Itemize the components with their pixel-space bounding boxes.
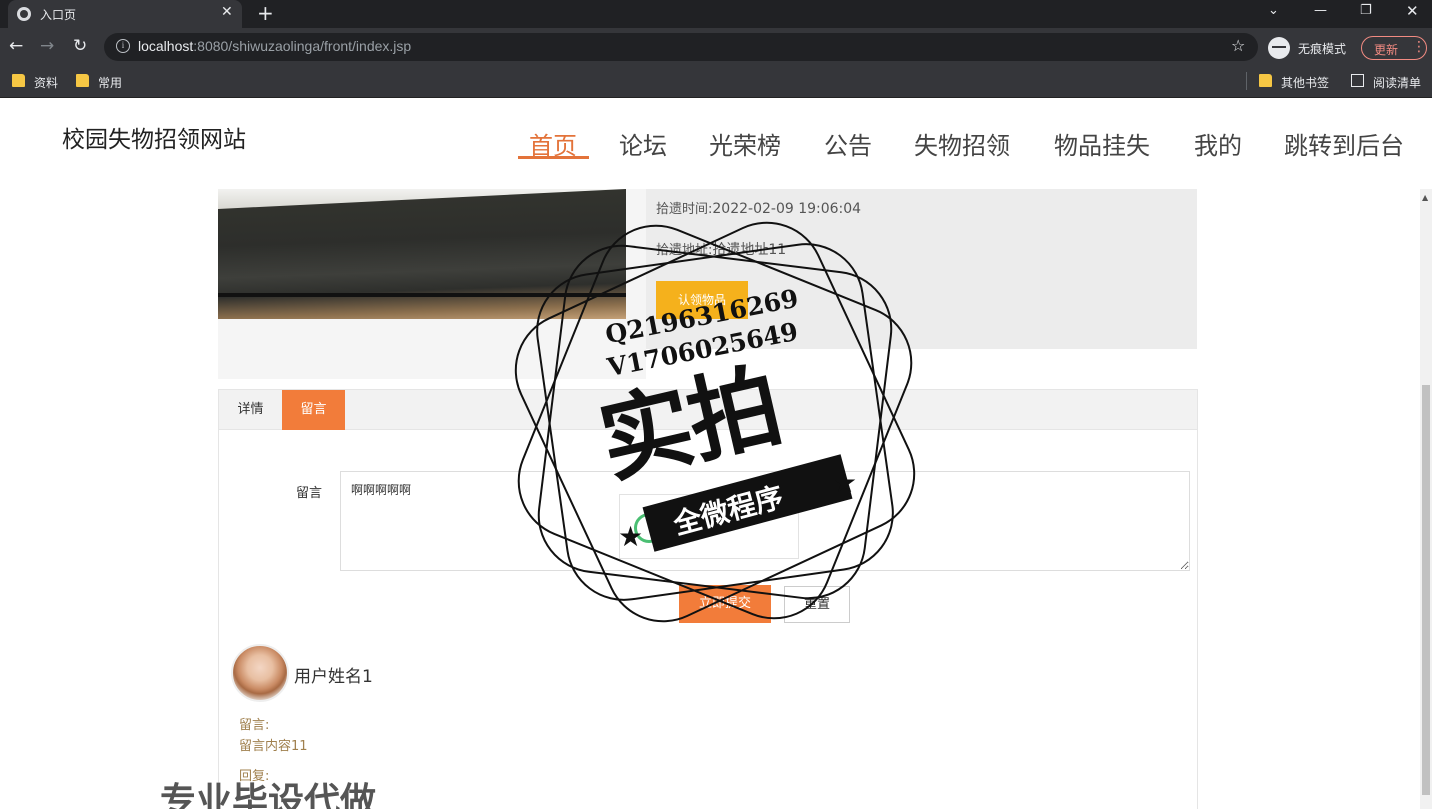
comment-message-text: 留言内容11 [239, 739, 308, 754]
nav-active-underline [518, 156, 589, 159]
nav-lost-found[interactable]: 失物招领 [914, 126, 1010, 161]
tab-message[interactable]: 留言 [282, 390, 345, 430]
browser-tab[interactable]: 入口页 ✕ [8, 0, 242, 28]
comment-user-name: 用户姓名1 [294, 667, 373, 687]
found-time-row: 拾遗时间:2022-02-09 19:06:04 [656, 201, 862, 217]
reload-icon[interactable]: ↻ [73, 36, 87, 56]
update-button[interactable]: 更新 ⋮ [1361, 36, 1427, 60]
site-header: 校园失物招领网站 首页 论坛 光荣榜 公告 失物招领 物品挂失 我的 跳转到后台 [0, 99, 1432, 179]
nav-forum[interactable]: 论坛 [619, 126, 667, 161]
bookmark-star-icon[interactable]: ☆ [1231, 36, 1245, 55]
submit-button[interactable]: 立即提交 [679, 585, 771, 623]
incognito-indicator[interactable]: 无痕模式 [1268, 37, 1352, 59]
nav-admin[interactable]: 跳转到后台 [1284, 126, 1404, 161]
comment-message-label: 留言: [239, 718, 270, 733]
address-bar[interactable]: i localhost:8080/shiwuzaolinga/front/ind… [104, 33, 1258, 61]
bookmark-folder-ziliao[interactable]: 资料 [12, 74, 58, 91]
item-info-panel: 拾遗时间:2022-02-09 19:06:04 拾遗地址:拾遗地址11 认领物… [646, 189, 1197, 349]
found-time-value: 2022-02-09 19:06:04 [712, 201, 862, 217]
captcha-icon [634, 513, 664, 543]
bookmarks-divider [1246, 72, 1247, 90]
tabs-header: 详情 留言 [219, 390, 1197, 430]
reset-button[interactable]: 重置 [784, 586, 850, 623]
new-tab-icon[interactable]: + [257, 1, 274, 25]
site-info-icon[interactable]: i [116, 39, 130, 53]
back-icon[interactable]: ← [9, 36, 23, 56]
bookmark-folder-changyong[interactable]: 常用 [76, 74, 122, 91]
minimize-icon[interactable]: — [1314, 3, 1327, 18]
bottom-watermark: 专业毕设代做 [160, 781, 377, 809]
url-text: localhost:8080/shiwuzaolinga/front/index… [138, 38, 412, 54]
incognito-icon [1268, 37, 1290, 59]
found-place-row: 拾遗地址:拾遗地址11 [656, 242, 787, 258]
globe-icon [17, 7, 31, 21]
folder-icon [12, 74, 25, 87]
item-image-panel [218, 189, 646, 379]
scroll-thumb[interactable] [1422, 385, 1430, 795]
user-avatar [231, 644, 289, 702]
tab-details[interactable]: 详情 [219, 390, 282, 430]
reading-list-icon [1351, 74, 1364, 87]
found-place-value: 拾遗地址11 [712, 242, 787, 258]
reading-list[interactable]: 阅读清单 [1351, 74, 1421, 91]
scroll-up-icon[interactable]: ▲ [1422, 193, 1428, 202]
bookmarks-bar: 资料 常用 其他书签 阅读清单 [0, 66, 1432, 98]
page-scrollbar[interactable]: ▲ [1420, 189, 1432, 809]
incognito-label: 无痕模式 [1298, 42, 1347, 56]
browser-tab-bar: 入口页 ✕ + ⌄ — ❐ ✕ [0, 0, 1432, 28]
folder-icon [1259, 74, 1272, 87]
close-window-icon[interactable]: ✕ [1406, 2, 1419, 20]
photo-shadow [218, 293, 626, 297]
nav-notice[interactable]: 公告 [824, 126, 872, 161]
tab-title: 入口页 [40, 8, 77, 22]
photo-highlight [218, 189, 626, 209]
tab-search-icon[interactable]: ⌄ [1268, 3, 1279, 18]
close-tab-icon[interactable]: ✕ [221, 4, 233, 20]
captcha-box[interactable] [619, 494, 799, 559]
update-label: 更新 [1374, 43, 1399, 57]
kebab-menu-icon[interactable]: ⋮ [1412, 39, 1426, 55]
forward-icon[interactable]: → [40, 36, 54, 56]
browser-toolbar: ← → ↻ i localhost:8080/shiwuzaolinga/fro… [0, 28, 1432, 66]
claim-item-button[interactable]: 认领物品 [656, 281, 748, 319]
item-photo [218, 189, 626, 319]
nav-honor[interactable]: 光荣榜 [709, 126, 781, 161]
folder-icon [76, 74, 89, 87]
message-label: 留言 [296, 486, 323, 501]
nav-mine[interactable]: 我的 [1194, 126, 1242, 161]
bookmark-other[interactable]: 其他书签 [1259, 74, 1329, 91]
restore-icon[interactable]: ❐ [1360, 3, 1372, 18]
tabs-container: 详情 留言 留言 啊啊啊啊啊 立即提交 重置 用户姓名1 留言: 留言内容11 … [218, 389, 1198, 809]
nav-report-lost[interactable]: 物品挂失 [1054, 126, 1150, 161]
site-logo[interactable]: 校园失物招领网站 [62, 120, 246, 154]
